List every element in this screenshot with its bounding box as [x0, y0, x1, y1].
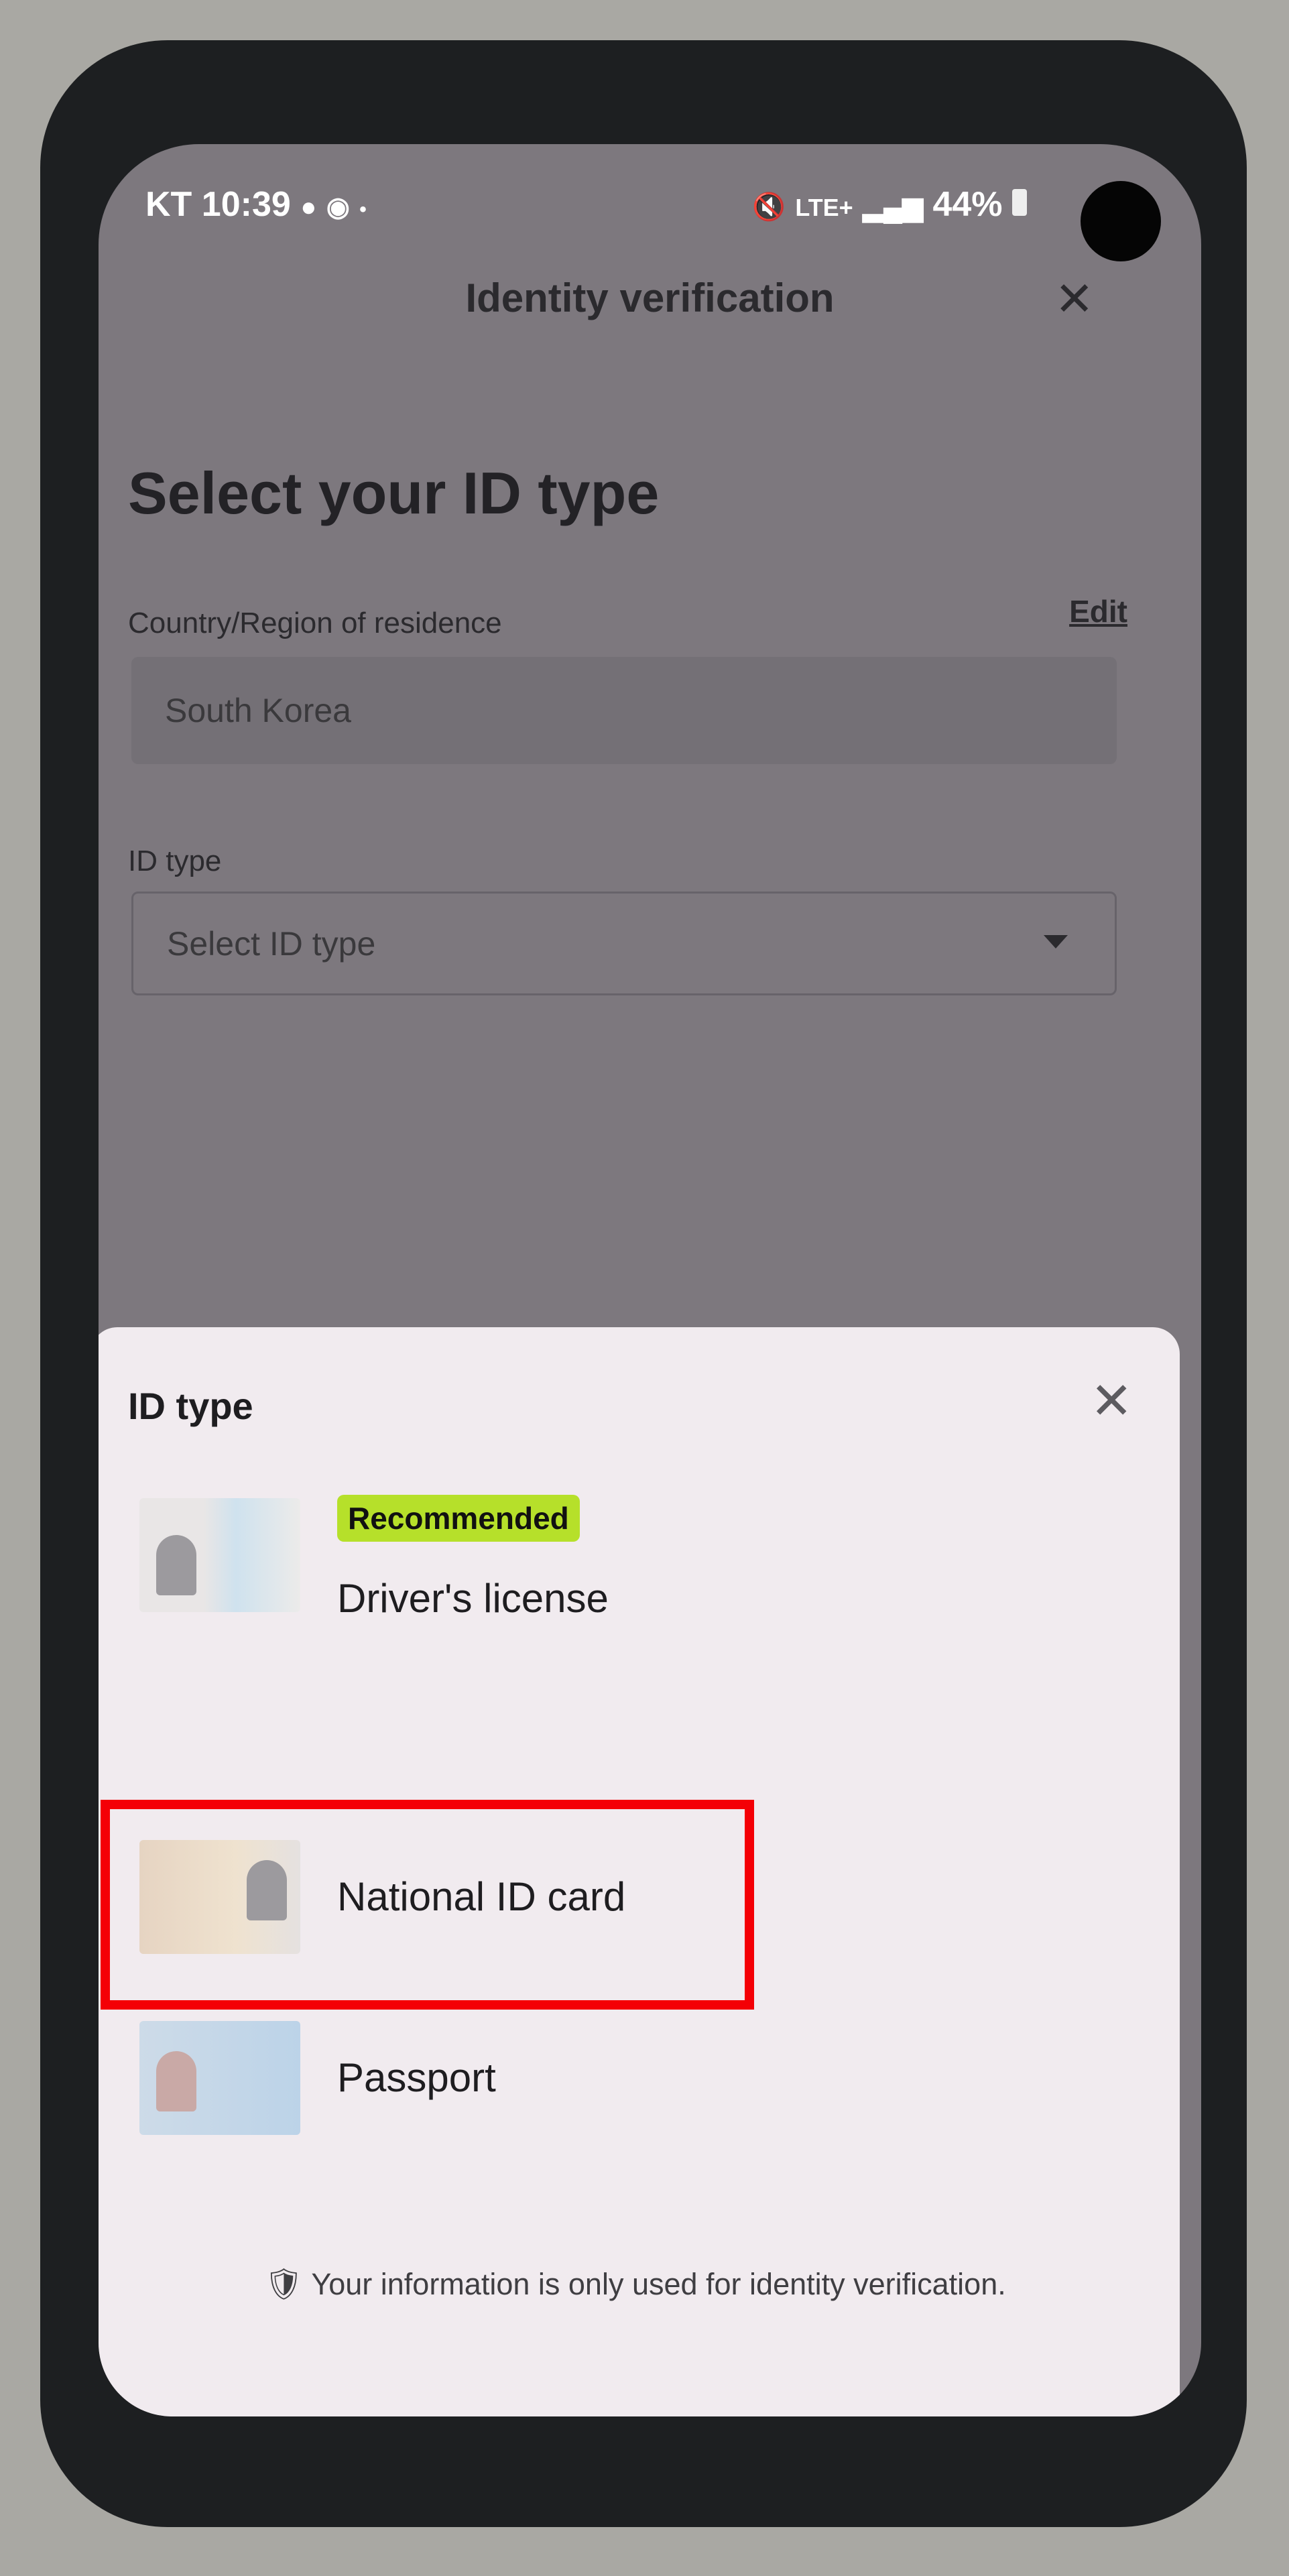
country-label: Country/Region of residence: [128, 607, 502, 639]
page-title: Identity verification: [465, 275, 835, 320]
recommended-badge: Recommended: [337, 1495, 580, 1542]
network-type: LTE+: [795, 194, 853, 221]
close-icon[interactable]: ✕: [1054, 271, 1094, 326]
dot-icon: •: [359, 198, 367, 221]
person-silhouette-icon: [156, 2051, 196, 2111]
carrier: KT: [145, 185, 192, 224]
option-label: Driver's license: [337, 1576, 609, 1621]
select-placeholder: Select ID type: [167, 925, 376, 963]
option-passport[interactable]: Passport: [99, 2011, 1180, 2212]
shield-icon: 🛡︎: [264, 2266, 304, 2301]
heading: Select your ID type: [128, 460, 660, 526]
country-field: South Korea: [131, 657, 1117, 764]
id-type-sheet: ID type ✕ Recommended Driver's license N…: [99, 1327, 1180, 2416]
battery-level: 44%: [932, 185, 1003, 224]
edit-link[interactable]: Edit: [1069, 593, 1127, 629]
id-type-select[interactable]: Select ID type: [131, 892, 1117, 995]
option-drivers-license[interactable]: Recommended Driver's license: [99, 1481, 1180, 1682]
signal-icon: ▂▄▆: [863, 192, 924, 222]
highlight-box: [101, 1800, 754, 2010]
caret-down-icon: [1044, 935, 1068, 948]
id-type-label: ID type: [128, 845, 222, 877]
status-bar: KT 10:39 ● ◉ • 🔇 LTE+ ▂▄▆ 44%: [145, 181, 1161, 261]
talk-icon: ●: [300, 192, 317, 222]
option-label: Passport: [337, 2055, 496, 2100]
mute-icon: 🔇: [752, 192, 786, 222]
battery-icon: [1012, 189, 1027, 216]
sheet-title: ID type: [128, 1385, 253, 1427]
close-icon[interactable]: ✕: [1090, 1371, 1133, 1430]
screen: KT 10:39 ● ◉ • 🔇 LTE+ ▂▄▆ 44% Identity v…: [99, 144, 1201, 2416]
privacy-note-text: Your information is only used for identi…: [311, 2267, 1006, 2301]
privacy-note: 🛡︎ Your information is only used for ide…: [99, 2266, 1180, 2303]
location-icon: ◉: [326, 192, 350, 222]
drivers-license-image: [139, 1498, 300, 1612]
passport-image: [139, 2021, 300, 2135]
person-silhouette-icon: [156, 1535, 196, 1595]
clock: 10:39: [201, 185, 291, 224]
front-camera: [1081, 181, 1161, 261]
